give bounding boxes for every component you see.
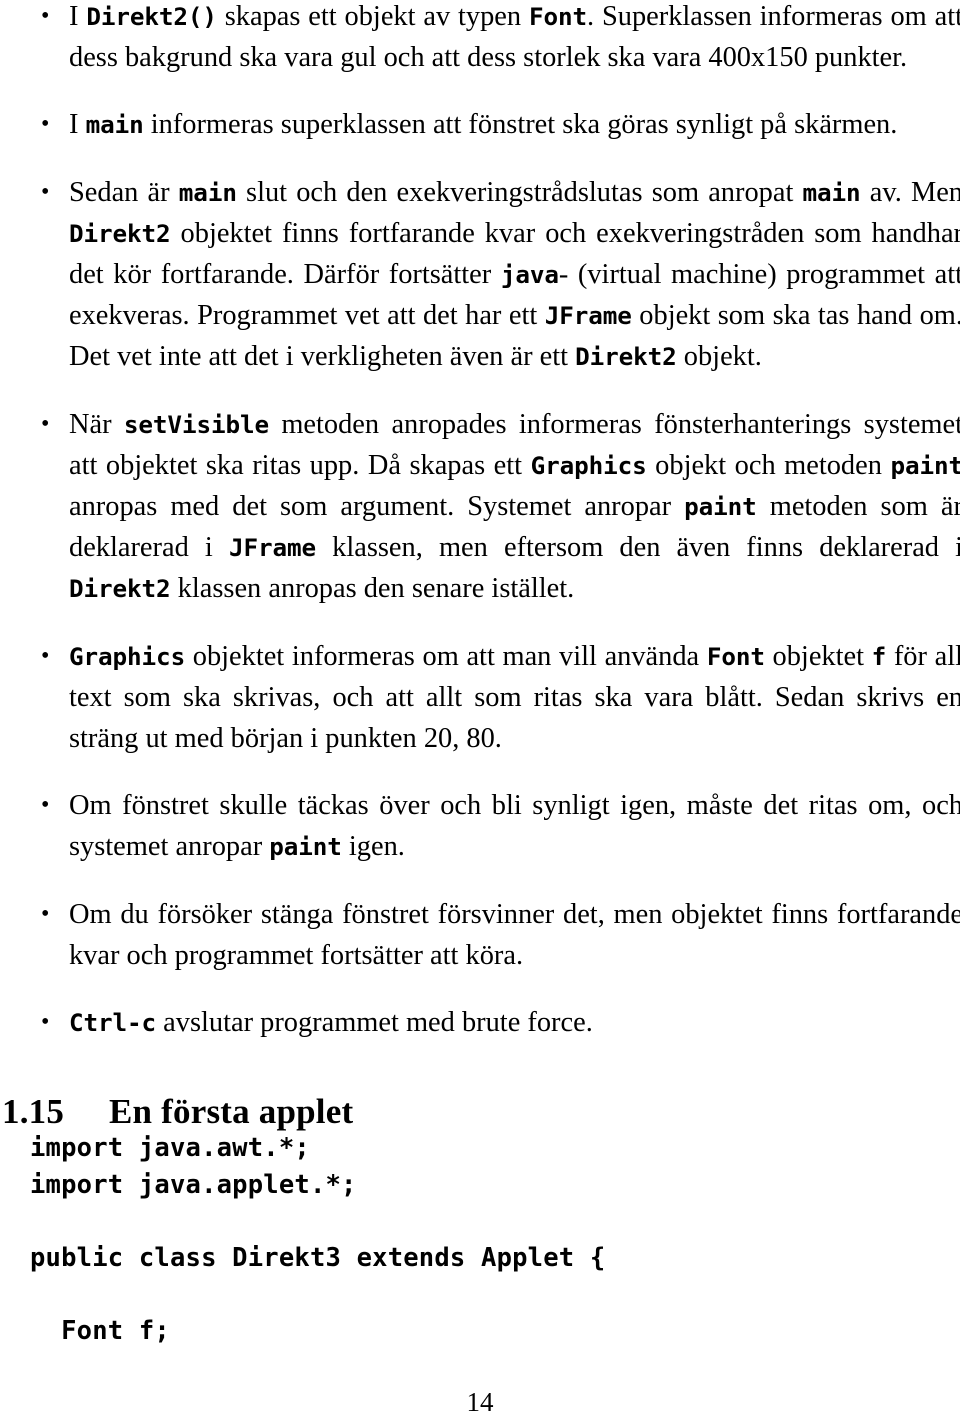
- bullet-text: Graphics objektet informeras om att man …: [69, 640, 960, 755]
- inline-code: Graphics: [530, 450, 647, 480]
- section-heading: 1.15 En första applet: [2, 1091, 353, 1133]
- bullet-graphics-font: • Graphics objektet informeras om att man…: [38, 636, 960, 760]
- bullet-text: Ctrl-c avslutar programmet med brute for…: [69, 1007, 593, 1039]
- inline-code: setVisible: [123, 409, 269, 439]
- bullet-point-icon: •: [41, 3, 50, 29]
- bullet-point-icon: •: [41, 178, 50, 205]
- bullet-point-icon: •: [41, 410, 50, 437]
- inline-code: java: [500, 260, 559, 290]
- inline-code: main: [85, 110, 144, 140]
- inline-code: paint: [684, 492, 757, 522]
- inline-code: Direkt2: [69, 574, 171, 604]
- bullet-direkt2-constructor: • I Direkt2() skapas ett objekt av typen …: [38, 0, 960, 78]
- inline-code: Font: [706, 641, 765, 671]
- inline-code: JFrame: [544, 301, 632, 331]
- inline-code: Direkt2(): [86, 2, 217, 31]
- inline-code: JFrame: [228, 533, 317, 563]
- inline-code: Graphics: [69, 641, 186, 671]
- explanation-bullet-list: • I Direkt2() skapas ett objekt av typen …: [38, 0, 960, 1043]
- section-number: 1.15: [2, 1092, 65, 1132]
- document-page: • I Direkt2() skapas ett objekt av typen …: [0, 0, 960, 1421]
- bullet-text: I main informeras superklassen att fönst…: [69, 109, 898, 141]
- section-title: En första applet: [109, 1092, 354, 1132]
- inline-code: f: [871, 641, 887, 671]
- bullet-text: När setVisible metoden anropades informe…: [69, 409, 960, 605]
- bullet-close-window: • Om du försöker stänga fönstret försvinn…: [38, 894, 960, 976]
- inline-code: Direkt2: [69, 218, 171, 248]
- inline-code: paint: [269, 832, 342, 862]
- bullet-point-icon: •: [41, 900, 50, 927]
- bullet-setvisible-paint: • När setVisible metoden anropades inform…: [38, 404, 960, 610]
- java-code-block: import java.awt.*; import java.applet.*;…: [30, 1133, 606, 1346]
- inline-code: main: [178, 177, 237, 207]
- inline-code: Direkt2: [575, 342, 677, 372]
- bullet-point-icon: •: [41, 642, 50, 669]
- bullet-point-icon: •: [41, 111, 50, 138]
- bullet-ctrl-c: • Ctrl-c avslutar programmet med brute fo…: [38, 1002, 960, 1043]
- bullet-point-icon: •: [41, 792, 50, 819]
- bullet-text: I Direkt2() skapas ett objekt av typen F…: [69, 1, 960, 74]
- bullet-main-thread: • Sedan är main slut och den exekveringst…: [38, 172, 960, 378]
- page-number: 14: [466, 1387, 494, 1417]
- bullet-repaint: • Om fönstret skulle täckas över och bli …: [38, 785, 960, 867]
- bullet-text: Om fönstret skulle täckas över och bli s…: [69, 790, 960, 863]
- bullet-text: Om du försöker stänga fönstret försvinne…: [69, 898, 960, 971]
- inline-code: Font: [528, 2, 587, 31]
- bullet-point-icon: •: [41, 1009, 50, 1036]
- inline-code: paint: [890, 450, 960, 480]
- bullet-main-setvisible: • I main informeras superklassen att föns…: [38, 104, 960, 145]
- inline-code: main: [802, 177, 861, 207]
- inline-code: Ctrl-c: [69, 1008, 157, 1038]
- bullet-text: Sedan är main slut och den exekveringstr…: [69, 176, 960, 373]
